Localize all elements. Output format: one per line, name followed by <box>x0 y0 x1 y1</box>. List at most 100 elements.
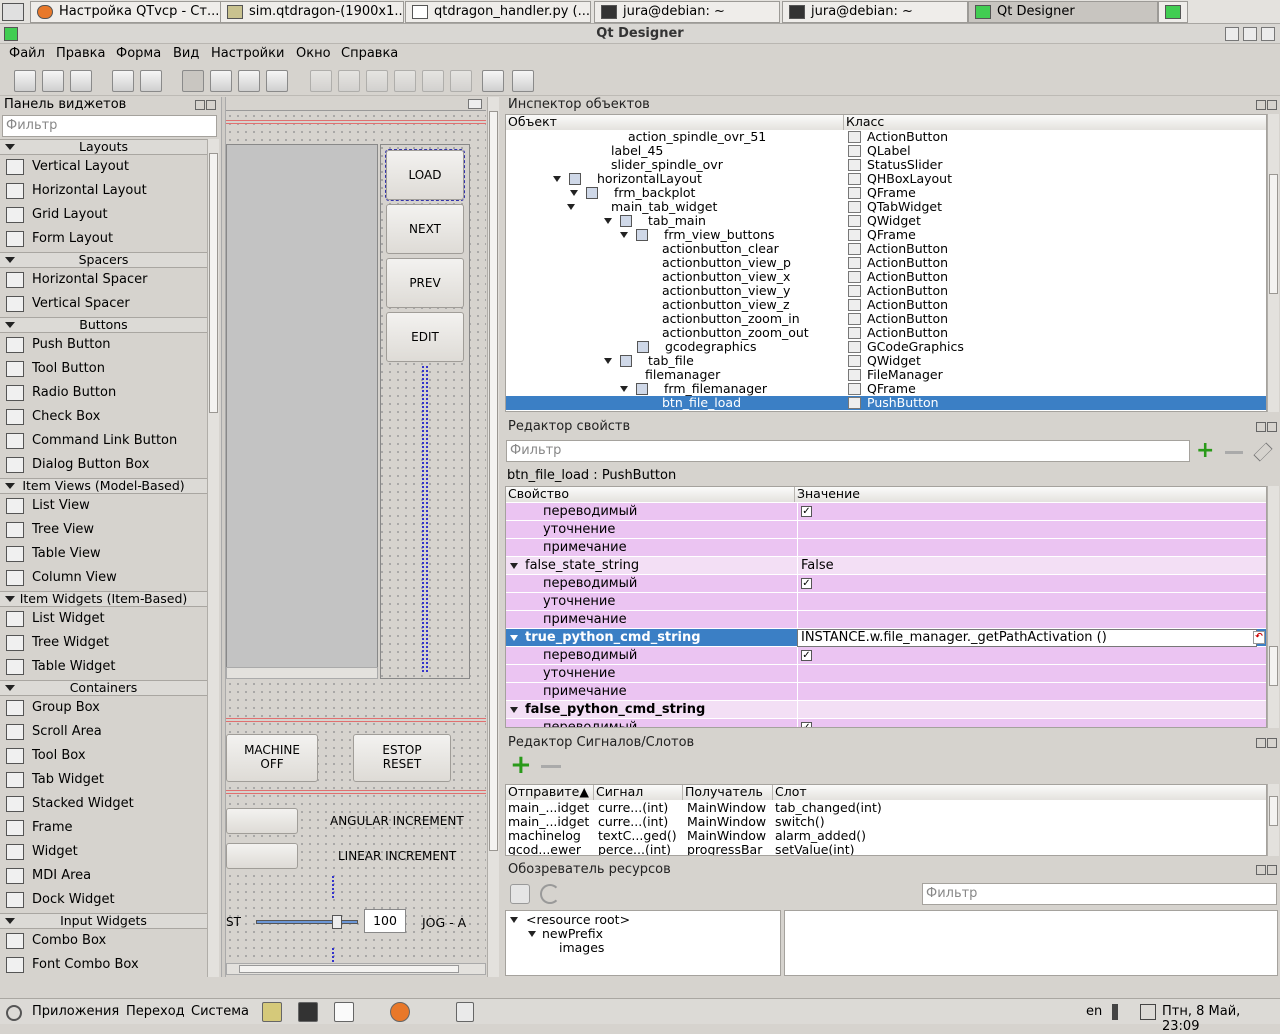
property-row[interactable]: примечание <box>506 611 1266 629</box>
widget-item[interactable]: Stacked Widget <box>0 792 207 816</box>
expand-arrow-icon[interactable] <box>604 358 612 364</box>
object-tree-row[interactable]: label_45 QLabel <box>506 144 1266 158</box>
edit-signals-icon[interactable] <box>210 70 232 92</box>
expand-arrow-icon[interactable] <box>620 232 628 238</box>
linear-increment-combo[interactable] <box>226 843 298 869</box>
object-tree-row[interactable]: tab_file QWidget <box>506 354 1266 368</box>
clock[interactable]: Птн, 8 Май, 23:09 <box>1162 1004 1280 1034</box>
object-tree-row[interactable]: horizontalLayout QHBoxLayout <box>506 172 1266 186</box>
widget-category-6[interactable]: Input Widgets <box>0 913 207 929</box>
widget-category-2[interactable]: Buttons <box>0 317 207 333</box>
jog-slider-track[interactable] <box>256 920 358 924</box>
prev-button[interactable]: PREV <box>386 258 464 308</box>
text-editor-icon[interactable] <box>334 1002 354 1022</box>
object-tree-row[interactable]: tab_main QWidget <box>506 214 1266 228</box>
connections-scrollbar[interactable] <box>1267 784 1279 856</box>
form-v-scrollbar[interactable] <box>487 97 499 977</box>
resource-root[interactable]: <resource root> <box>526 912 630 927</box>
widget-item[interactable]: Vertical Layout <box>0 155 207 179</box>
estop-reset-button[interactable]: ESTOP RESET <box>353 734 451 782</box>
window-tab-6[interactable]: Qt Designer <box>968 1 1158 23</box>
property-value[interactable]: ✓ <box>797 503 812 521</box>
edit-resources-icon[interactable] <box>510 884 530 904</box>
widget-item[interactable]: Tree Widget <box>0 631 207 655</box>
column-header-slot[interactable]: Слот <box>773 785 1266 800</box>
object-tree-row[interactable]: actionbutton_clear ActionButton <box>506 242 1266 256</box>
expand-arrow-icon[interactable] <box>567 204 575 210</box>
next-button[interactable]: NEXT <box>386 204 464 254</box>
layout-horizontal-icon[interactable] <box>310 70 332 92</box>
form-minimize-icon[interactable] <box>468 99 482 109</box>
form-canvas[interactable]: LOAD NEXT PREV EDIT MACHINE OFF ESTOP RE… <box>226 112 486 962</box>
window-tab-3[interactable]: qtdragon_handler.py (... <box>405 1 591 23</box>
property-table[interactable]: Свойство Значение переводимый ✓ уточнение п… <box>505 486 1267 728</box>
property-value[interactable] <box>797 521 801 539</box>
expand-arrow-icon[interactable] <box>620 386 628 392</box>
widget-item[interactable]: Column View <box>0 566 207 590</box>
property-value[interactable] <box>797 539 801 557</box>
widget-category-5[interactable]: Containers <box>0 680 207 696</box>
resource-folder[interactable]: images <box>559 940 604 955</box>
widget-item[interactable]: Widget <box>0 840 207 864</box>
expand-arrow-icon[interactable] <box>604 218 612 224</box>
scrollbar-thumb[interactable] <box>209 153 218 413</box>
dock-float-close-icons[interactable] <box>1256 422 1277 432</box>
jog-value-box[interactable]: 100 <box>364 909 406 933</box>
property-filter-input[interactable]: Фильтр <box>506 440 1190 462</box>
resource-filter-input[interactable]: Фильтр <box>922 883 1277 905</box>
window-tab-5[interactable]: jura@debian: ~ <box>782 1 968 23</box>
widget-item[interactable]: Table Widget <box>0 655 207 679</box>
widget-item[interactable]: Tool Button <box>0 357 207 381</box>
column-header-value[interactable]: Значение <box>795 487 1266 502</box>
object-tree-row[interactable]: filemanager FileManager <box>506 368 1266 382</box>
menu-file[interactable]: Файл <box>9 46 45 61</box>
form-h-scrollbar[interactable] <box>226 963 486 975</box>
widget-item[interactable]: List View <box>0 494 207 518</box>
object-tree-row[interactable]: main_tab_widget QTabWidget <box>506 200 1266 214</box>
widget-item[interactable]: Tab Widget <box>0 768 207 792</box>
show-desktop-icon[interactable] <box>456 1002 474 1022</box>
keyboard-layout[interactable]: en <box>1086 1004 1102 1019</box>
property-table-scrollbar[interactable] <box>1267 486 1279 728</box>
layout-vertical-icon[interactable] <box>338 70 360 92</box>
add-connection-icon[interactable]: + <box>510 752 532 778</box>
property-row[interactable]: true_python_cmd_string INSTANCE.w.file_ma… <box>506 629 1266 647</box>
expand-arrow-icon[interactable] <box>570 190 578 196</box>
widget-item[interactable]: Table View <box>0 542 207 566</box>
object-tree-row[interactable]: slider_spindle_ovr StatusSlider <box>506 158 1266 172</box>
edit-tab-order-icon[interactable] <box>266 70 288 92</box>
property-row[interactable]: примечание <box>506 683 1266 701</box>
expand-arrow-icon[interactable] <box>553 176 561 182</box>
connection-row[interactable]: main_...idget curre...(int) MainWindow swit… <box>506 815 1266 829</box>
reset-value-icon[interactable]: ↶ <box>1253 631 1265 644</box>
window-tab-7[interactable] <box>1158 1 1188 23</box>
property-value[interactable]: False <box>797 557 834 575</box>
property-row[interactable]: уточнение <box>506 521 1266 539</box>
expand-arrow-icon[interactable] <box>510 635 518 641</box>
property-row[interactable]: false_python_cmd_string <box>506 701 1266 719</box>
resource-tree[interactable]: <resource root> newPrefix images <box>505 910 781 976</box>
checkbox[interactable]: ✓ <box>801 506 812 517</box>
property-row[interactable]: примечание <box>506 539 1266 557</box>
widget-item[interactable]: Grid Layout <box>0 203 207 227</box>
column-header-class[interactable]: Класс <box>844 115 1266 130</box>
terminal-icon[interactable] <box>298 1002 318 1022</box>
widget-item[interactable]: Frame <box>0 816 207 840</box>
send-back-icon[interactable] <box>112 70 134 92</box>
column-header-receiver[interactable]: Получатель <box>683 785 773 800</box>
property-value[interactable] <box>797 701 801 719</box>
object-tree[interactable]: Объект Класс action_spindle_ovr_51 Action… <box>505 114 1267 412</box>
object-tree-row[interactable]: frm_view_buttons QFrame <box>506 228 1266 242</box>
scrollbar-thumb[interactable] <box>1269 646 1278 686</box>
break-layout-icon[interactable] <box>482 70 504 92</box>
widget-item[interactable]: Radio Button <box>0 381 207 405</box>
expand-arrow-icon[interactable] <box>528 931 536 937</box>
column-header-object[interactable]: Объект <box>506 115 844 130</box>
property-value[interactable] <box>797 665 801 683</box>
layout-form-icon[interactable] <box>450 70 472 92</box>
widget-item[interactable]: Command Link Button <box>0 429 207 453</box>
property-value[interactable]: ✓ <box>797 647 812 665</box>
widget-item[interactable]: MDI Area <box>0 864 207 888</box>
menu-settings[interactable]: Настройки <box>211 46 284 61</box>
firefox-icon[interactable] <box>390 1002 410 1022</box>
